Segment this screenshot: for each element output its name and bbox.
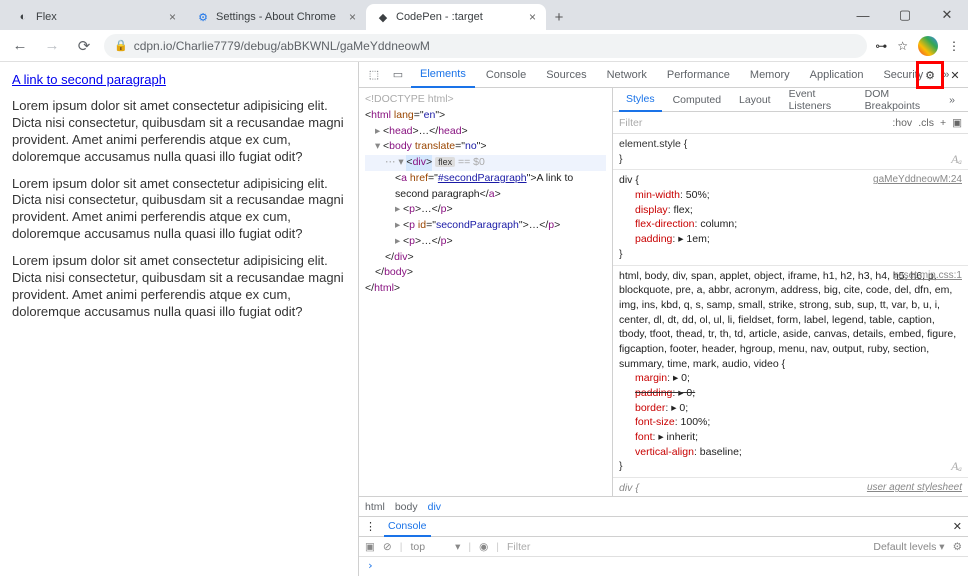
crumb[interactable]: body <box>395 501 418 513</box>
lock-icon: 🔒 <box>114 39 128 52</box>
source-link: user agent stylesheet <box>867 481 962 495</box>
tab-title: Settings - About Chrome <box>216 11 336 23</box>
page-link[interactable]: A link to second paragraph <box>12 72 166 87</box>
crumb[interactable]: html <box>365 501 385 513</box>
address-bar[interactable]: 🔒 cdpn.io/Charlie7779/debug/abBKWNL/gaMe… <box>104 34 867 58</box>
drawer-tab-console[interactable]: Console <box>384 517 431 537</box>
bookmark-star-icon[interactable]: ☆ <box>897 39 908 53</box>
forward-button[interactable]: → <box>40 34 64 58</box>
devtools-panel: ⬚ ▭ Elements Console Sources Network Per… <box>358 62 968 576</box>
elements-breadcrumb[interactable]: html body div <box>359 496 968 516</box>
browser-tab[interactable]: ◐ Flex × <box>6 4 186 30</box>
style-rule[interactable]: element.style { } Aₐ <box>613 134 968 170</box>
style-rule[interactable]: reset.min.css:1 html, body, div, span, a… <box>613 266 968 479</box>
console-drawer: ⋮ Console ✕ ▣ ⊘ | top ▾ | ◉ | Filter Def… <box>359 516 968 576</box>
device-toggle-icon[interactable]: ▭ <box>387 64 409 86</box>
hov-toggle[interactable]: :hov <box>892 117 912 129</box>
kebab-menu-icon[interactable]: ⋮ <box>365 520 376 533</box>
window-close[interactable]: ✕ <box>926 0 968 30</box>
paragraph: Lorem ipsum dolor sit amet consectetur a… <box>12 253 346 321</box>
cls-toggle[interactable]: .cls <box>918 117 934 129</box>
browser-tab[interactable]: ◆ CodePen - :target × <box>366 4 546 30</box>
subtab-styles[interactable]: Styles <box>619 88 662 112</box>
gear-icon[interactable]: ⚙ <box>953 541 962 553</box>
tab-title: Flex <box>36 11 57 23</box>
tab-title: CodePen - :target <box>396 11 483 23</box>
style-rule[interactable]: gaMeYddneowM:24 div { min-width: 50%; di… <box>613 170 968 265</box>
devtools-settings-highlight: ⚙ <box>916 61 944 89</box>
new-style-rule[interactable]: + <box>940 117 946 129</box>
subtab-computed[interactable]: Computed <box>666 88 728 112</box>
devtools-tabs: ⬚ ▭ Elements Console Sources Network Per… <box>359 62 968 88</box>
key-icon[interactable]: ⊶ <box>875 39 887 53</box>
gear-icon[interactable]: ⚙ <box>925 69 935 82</box>
context-selector[interactable]: top ▾ <box>410 541 460 553</box>
source-link[interactable]: reset.min.css:1 <box>895 269 962 283</box>
subtab-dom-breakpoints[interactable]: DOM Breakpoints <box>858 88 939 112</box>
close-icon[interactable]: × <box>529 10 536 24</box>
console-sidebar-icon[interactable]: ▣ <box>365 541 375 553</box>
gear-icon: ⚙ <box>196 10 210 24</box>
elements-tree[interactable]: <!DOCTYPE html> <html lang="en"> ▸<head>… <box>359 88 613 496</box>
paragraph: Lorem ipsum dolor sit amet consectetur a… <box>12 176 346 244</box>
subtab-more[interactable]: » <box>942 88 962 112</box>
globe-icon: ◐ <box>16 10 30 24</box>
close-icon[interactable]: × <box>169 10 176 24</box>
browser-tabstrip: ◐ Flex × ⚙ Settings - About Chrome × ◆ C… <box>0 0 968 30</box>
tab-memory[interactable]: Memory <box>741 62 799 88</box>
live-expression-icon[interactable]: ◉ <box>479 541 488 553</box>
new-tab-button[interactable]: + <box>546 4 572 30</box>
tab-elements[interactable]: Elements <box>411 62 475 88</box>
style-rule[interactable]: user agent stylesheet div { display: blo… <box>613 478 968 496</box>
clear-console-icon[interactable]: ⊘ <box>383 541 392 553</box>
crumb[interactable]: div <box>428 501 441 513</box>
inspect-icon[interactable]: ⬚ <box>363 64 385 86</box>
tab-application[interactable]: Application <box>801 62 873 88</box>
close-icon[interactable]: ✕ <box>946 66 964 84</box>
styles-filter-input[interactable]: Filter <box>619 117 886 129</box>
browser-toolbar: ← → ⟳ 🔒 cdpn.io/Charlie7779/debug/abBKWN… <box>0 30 968 62</box>
console-filter-input[interactable]: Filter <box>507 541 865 553</box>
tab-console[interactable]: Console <box>477 62 535 88</box>
tab-network[interactable]: Network <box>598 62 656 88</box>
back-button[interactable]: ← <box>8 34 32 58</box>
panel-toggle-icon[interactable]: ▣ <box>952 117 962 129</box>
tab-performance[interactable]: Performance <box>658 62 739 88</box>
reload-button[interactable]: ⟳ <box>72 34 96 58</box>
close-icon[interactable]: × <box>349 10 356 24</box>
paragraph: Lorem ipsum dolor sit amet consectetur a… <box>12 98 346 166</box>
styles-pane: Styles Computed Layout Event Listeners D… <box>613 88 968 496</box>
profile-avatar[interactable] <box>918 36 938 56</box>
page-content: A link to second paragraph Lorem ipsum d… <box>0 62 358 576</box>
console-prompt[interactable]: › <box>359 557 968 574</box>
tab-sources[interactable]: Sources <box>537 62 595 88</box>
window-maximize[interactable]: ▢ <box>884 0 926 30</box>
url-text: cdpn.io/Charlie7779/debug/abBKWNL/gaMeYd… <box>134 39 430 53</box>
source-link[interactable]: gaMeYddneowM:24 <box>873 173 962 187</box>
subtab-event-listeners[interactable]: Event Listeners <box>782 88 854 112</box>
log-levels-selector[interactable]: Default levels ▾ <box>873 541 944 553</box>
subtab-layout[interactable]: Layout <box>732 88 778 112</box>
codepen-icon: ◆ <box>376 10 390 24</box>
window-minimize[interactable]: — <box>842 0 884 30</box>
kebab-menu-icon[interactable]: ⋮ <box>948 39 960 53</box>
browser-tab[interactable]: ⚙ Settings - About Chrome × <box>186 4 366 30</box>
close-icon[interactable]: ✕ <box>953 520 962 533</box>
